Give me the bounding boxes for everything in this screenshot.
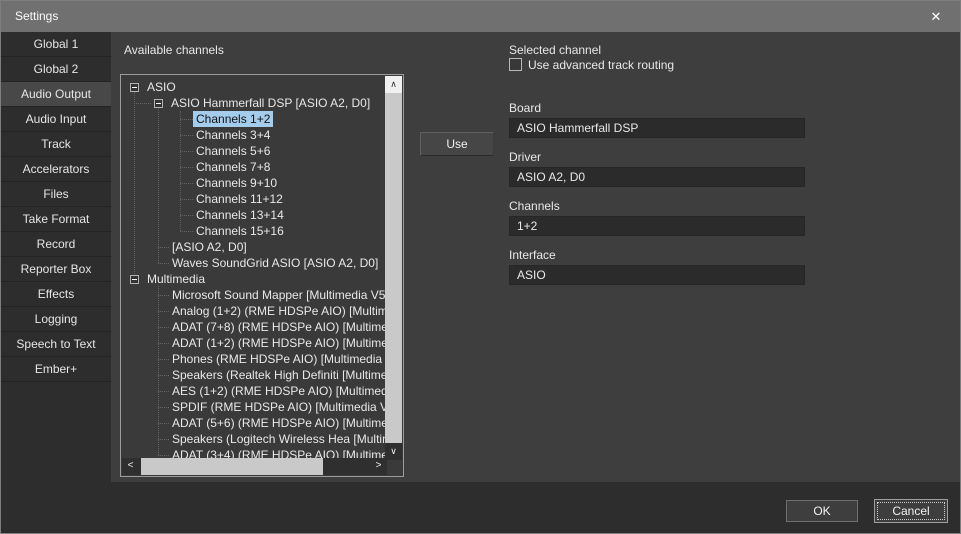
tree-item-spdif[interactable]: SPDIF (RME HDSPe AIO) [Multimedia V10.0] [122, 399, 386, 415]
sidebar-item-audio-output[interactable]: Audio Output [1, 82, 111, 107]
tree-item-channels-5-6[interactable]: Channels 5+6 [122, 143, 386, 159]
tree-item-adat-5-6[interactable]: ADAT (5+6) (RME HDSPe AIO) [Multimedia V… [122, 415, 386, 431]
tree-item-label: Channels 11+12 [196, 191, 283, 207]
sidebar-item-track[interactable]: Track [1, 132, 111, 157]
settings-dialog: Settings ✕ Global 1 Global 2 Audio Outpu… [0, 0, 961, 534]
tree-item-aes-1-2[interactable]: AES (1+2) (RME HDSPe AIO) [Multimedia V1… [122, 383, 386, 399]
close-icon[interactable]: ✕ [921, 1, 951, 32]
tree-item-label: Channels 3+4 [196, 127, 270, 143]
tree-item-label: Waves SoundGrid ASIO [ASIO A2, D0] [172, 255, 378, 271]
tree-item-speakers-realtek[interactable]: Speakers (Realtek High Definiti [Multime… [122, 367, 386, 383]
tree-item-channels-11-12[interactable]: Channels 11+12 [122, 191, 386, 207]
horizontal-scroll-thumb[interactable] [141, 458, 323, 475]
advanced-routing-checkbox-label: Use advanced track routing [528, 58, 674, 72]
channels-tree[interactable]: ASIO ASIO Hammerfall DSP [ASIO A2, D0] C… [122, 76, 386, 460]
tree-item-channels-13-14[interactable]: Channels 13+14 [122, 207, 386, 223]
collapse-icon[interactable] [130, 275, 139, 284]
tree-item-phones[interactable]: Phones (RME HDSPe AIO) [Multimedia V10.0… [122, 351, 386, 367]
tree-item-label: Channels 15+16 [196, 223, 284, 239]
ok-button[interactable]: OK [786, 500, 858, 522]
selected-channel-label: Selected channel [509, 43, 601, 57]
available-channels-list: ASIO ASIO Hammerfall DSP [ASIO A2, D0] C… [120, 74, 404, 477]
scroll-right-icon[interactable]: > [370, 458, 387, 475]
scroll-left-icon[interactable]: < [122, 458, 139, 475]
tree-item-channels-7-8[interactable]: Channels 7+8 [122, 159, 386, 175]
tree-item-label: Channels 13+14 [196, 207, 284, 223]
tree-item-hammerfall[interactable]: ASIO Hammerfall DSP [ASIO A2, D0] [122, 95, 386, 111]
sidebar-item-logging[interactable]: Logging [1, 307, 111, 332]
interface-field[interactable]: ASIO [509, 265, 805, 285]
tree-item-adat-7-8[interactable]: ADAT (7+8) (RME HDSPe AIO) [Multimedia V… [122, 319, 386, 335]
tree-item-label: Phones (RME HDSPe AIO) [Multimedia V10.0… [172, 351, 386, 367]
tree-item-label: Speakers (Realtek High Definiti [Multime… [172, 367, 386, 383]
tree-item-channels-3-4[interactable]: Channels 3+4 [122, 127, 386, 143]
sidebar-item-accelerators[interactable]: Accelerators [1, 157, 111, 182]
tree-item-label: [ASIO A2, D0] [172, 239, 247, 255]
tree-item-analog-1-2[interactable]: Analog (1+2) (RME HDSPe AIO) [Multimedia… [122, 303, 386, 319]
tree-item-label: ADAT (7+8) (RME HDSPe AIO) [Multimedia V… [172, 319, 386, 335]
tree-item-multimedia[interactable]: Multimedia [122, 271, 386, 287]
sidebar-item-effects[interactable]: Effects [1, 282, 111, 307]
sidebar-item-audio-input[interactable]: Audio Input [1, 107, 111, 132]
tree-item-label: Channels 9+10 [196, 175, 277, 191]
sidebar-item-global-2[interactable]: Global 2 [1, 57, 111, 82]
sidebar-item-take-format[interactable]: Take Format [1, 207, 111, 232]
board-label: Board [509, 101, 541, 115]
tree-item-label: Channels 7+8 [196, 159, 270, 175]
driver-label: Driver [509, 150, 541, 164]
use-button[interactable]: Use [420, 132, 494, 156]
tree-item-label: ASIO [147, 79, 176, 95]
tree-item-label: Analog (1+2) (RME HDSPe AIO) [Multimedia… [172, 303, 386, 319]
tree-item-asio[interactable]: ASIO [122, 79, 386, 95]
cancel-button[interactable]: Cancel [874, 499, 948, 523]
advanced-routing-checkbox[interactable] [509, 58, 522, 71]
tree-item-label: Speakers (Logitech Wireless Hea [Multime… [172, 431, 386, 447]
sidebar-item-ember[interactable]: Ember+ [1, 357, 111, 382]
channels-field[interactable]: 1+2 [509, 216, 805, 236]
tree-item-label: Multimedia [147, 271, 205, 287]
tree-item-speakers-logitech[interactable]: Speakers (Logitech Wireless Hea [Multime… [122, 431, 386, 447]
tree-item-sound-mapper[interactable]: Microsoft Sound Mapper [Multimedia V5.0] [122, 287, 386, 303]
tree-item-label: ADAT (5+6) (RME HDSPe AIO) [Multimedia V… [172, 415, 386, 431]
sidebar-item-global-1[interactable]: Global 1 [1, 32, 111, 57]
tree-item-label: SPDIF (RME HDSPe AIO) [Multimedia V10.0] [172, 399, 386, 415]
tree-item-channels-9-10[interactable]: Channels 9+10 [122, 175, 386, 191]
tree-item-label: ADAT (1+2) (RME HDSPe AIO) [Multimedia V… [172, 335, 386, 351]
tree-item-label: AES (1+2) (RME HDSPe AIO) [Multimedia V1… [172, 383, 386, 399]
horizontal-scrollbar[interactable]: < > [122, 458, 387, 475]
tree-item-label: Microsoft Sound Mapper [Multimedia V5.0] [172, 287, 386, 303]
available-channels-label: Available channels [124, 43, 224, 57]
tree-item-channels-15-16[interactable]: Channels 15+16 [122, 223, 386, 239]
sidebar-item-files[interactable]: Files [1, 182, 111, 207]
tree-item-channels-1-2[interactable]: Channels 1+2 [122, 111, 386, 127]
title-bar[interactable]: Settings ✕ [1, 1, 960, 32]
vertical-scroll-thumb[interactable] [385, 93, 402, 443]
vertical-scrollbar[interactable]: ∧ ∨ [385, 76, 402, 460]
interface-label: Interface [509, 248, 556, 262]
tree-item-label-selected: Channels 1+2 [193, 111, 273, 127]
sidebar-item-speech-to-text[interactable]: Speech to Text [1, 332, 111, 357]
channels-label: Channels [509, 199, 560, 213]
tree-item-label: Channels 5+6 [196, 143, 270, 159]
sidebar-item-reporter-box[interactable]: Reporter Box [1, 257, 111, 282]
settings-sidebar: Global 1 Global 2 Audio Output Audio Inp… [1, 32, 111, 382]
board-field[interactable]: ASIO Hammerfall DSP [509, 118, 805, 138]
tree-item-asio-a2-d0[interactable]: [ASIO A2, D0] [122, 239, 386, 255]
tree-item-adat-1-2[interactable]: ADAT (1+2) (RME HDSPe AIO) [Multimedia V… [122, 335, 386, 351]
tree-item-waves-soundgrid[interactable]: Waves SoundGrid ASIO [ASIO A2, D0] [122, 255, 386, 271]
collapse-icon[interactable] [130, 83, 139, 92]
driver-field[interactable]: ASIO A2, D0 [509, 167, 805, 187]
sidebar-item-record[interactable]: Record [1, 232, 111, 257]
scroll-up-icon[interactable]: ∧ [385, 76, 402, 93]
tree-item-label: ASIO Hammerfall DSP [ASIO A2, D0] [171, 95, 370, 111]
window-title: Settings [15, 1, 58, 32]
collapse-icon[interactable] [154, 99, 163, 108]
scroll-down-icon[interactable]: ∨ [385, 443, 402, 460]
